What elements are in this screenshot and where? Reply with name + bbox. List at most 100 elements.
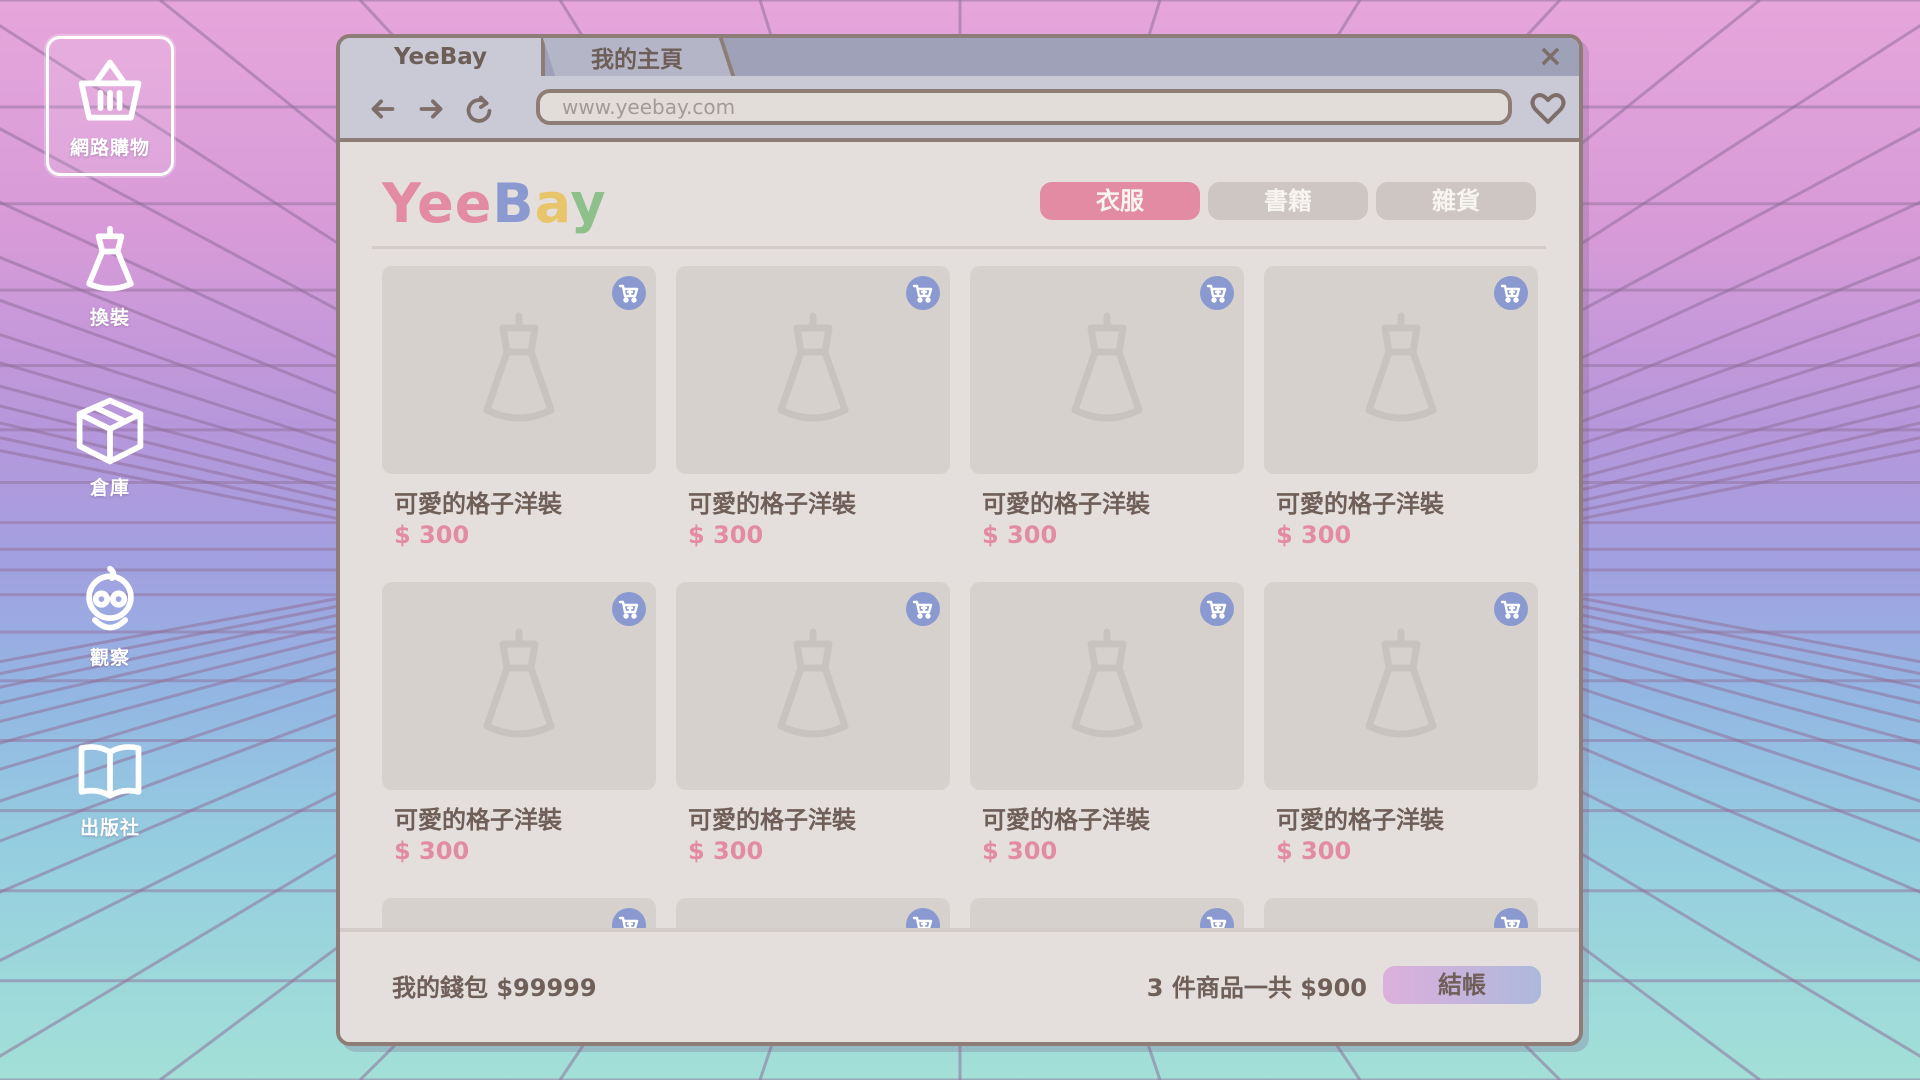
product-image[interactable] (676, 266, 950, 474)
dress-placeholder-icon (1365, 628, 1437, 738)
product-price: $ 300 (688, 837, 764, 865)
product-name: 可愛的格子洋裝 (982, 490, 1150, 518)
sidebar-item-publisher[interactable]: 出版社 (46, 716, 174, 856)
sidebar-item-warehouse[interactable]: 倉庫 (46, 376, 174, 516)
sidebar-item-dress-up[interactable]: 換裝 (46, 206, 174, 346)
logo-letter: y (570, 172, 607, 235)
add-to-cart-icon (912, 916, 933, 928)
dress-placeholder-icon (483, 312, 555, 422)
logo-letter: B (492, 172, 535, 235)
tab-my-homepage[interactable]: 我的主頁 (542, 38, 736, 76)
checkout-footer: 我的錢包 $99999 3 件商品一共 $900 結帳 (340, 928, 1579, 1042)
arrow-right-icon (419, 99, 443, 119)
add-to-cart-button[interactable] (1494, 276, 1528, 310)
add-to-cart-icon (1500, 600, 1521, 619)
dress-placeholder-icon (1071, 312, 1143, 422)
product-card[interactable]: 可愛的格子洋裝 $ 300 (676, 582, 950, 865)
arrow-left-icon (371, 99, 395, 119)
product-price: $ 300 (982, 521, 1058, 549)
add-to-cart-button[interactable] (1200, 592, 1234, 626)
dress-placeholder-icon (483, 628, 555, 738)
tab-yeebay[interactable]: YeeBay (340, 38, 545, 76)
product-image[interactable] (382, 582, 656, 790)
tab-strip: YeeBay 我的主頁 × (340, 38, 1579, 76)
product-card[interactable] (970, 898, 1244, 928)
product-card[interactable] (382, 898, 656, 928)
reload-button[interactable] (460, 90, 498, 128)
add-to-cart-button[interactable] (1200, 276, 1234, 310)
product-image[interactable] (1264, 266, 1538, 474)
favorite-button[interactable] (1527, 88, 1569, 130)
heart-icon (1530, 93, 1566, 124)
add-to-cart-button[interactable] (1494, 592, 1528, 626)
product-card[interactable]: 可愛的格子洋裝 $ 300 (382, 582, 656, 865)
product-price: $ 300 (1276, 521, 1352, 549)
add-to-cart-button[interactable] (612, 592, 646, 626)
product-image[interactable] (970, 266, 1244, 474)
add-to-cart-button[interactable] (612, 908, 646, 928)
add-to-cart-button[interactable] (1200, 908, 1234, 928)
category-tab-groceries[interactable]: 雜貨 (1376, 182, 1536, 220)
add-to-cart-icon (1500, 284, 1521, 303)
product-image[interactable] (676, 582, 950, 790)
product-image[interactable] (970, 898, 1244, 928)
add-to-cart-icon (912, 284, 933, 303)
product-name: 可愛的格子洋裝 (688, 490, 856, 518)
product-card[interactable]: 可愛的格子洋裝 $ 300 (970, 266, 1244, 549)
browser-window: YeeBay 我的主頁 × www.yeebay.com YeeBay 衣服 書… (336, 34, 1583, 1046)
product-card[interactable]: 可愛的格子洋裝 $ 300 (1264, 266, 1538, 549)
product-price: $ 300 (394, 837, 470, 865)
product-name: 可愛的格子洋裝 (394, 490, 562, 518)
product-price: $ 300 (982, 837, 1058, 865)
product-image[interactable] (676, 898, 950, 928)
dress-placeholder-icon (777, 628, 849, 738)
dress-placeholder-icon (1071, 628, 1143, 738)
sidebar-item-observe[interactable]: 觀察 (46, 546, 174, 686)
back-button[interactable] (364, 90, 402, 128)
close-button[interactable]: × (1538, 42, 1563, 72)
product-card[interactable] (676, 898, 950, 928)
logo-letter: e (417, 172, 455, 235)
sidebar-item-shopping[interactable]: 網路購物 (46, 36, 174, 176)
tab-label: YeeBay (393, 44, 488, 70)
add-to-cart-icon (1500, 916, 1521, 928)
category-tab-books[interactable]: 書籍 (1208, 182, 1368, 220)
product-card[interactable]: 可愛的格子洋裝 $ 300 (382, 266, 656, 549)
category-tab-clothing[interactable]: 衣服 (1040, 182, 1200, 220)
product-image[interactable] (382, 898, 656, 928)
product-name: 可愛的格子洋裝 (394, 806, 562, 834)
product-card[interactable]: 可愛的格子洋裝 $ 300 (676, 266, 950, 549)
product-name: 可愛的格子洋裝 (982, 806, 1150, 834)
cart-summary: 3 件商品一共 $900 (1146, 974, 1367, 1002)
add-to-cart-icon (618, 600, 639, 619)
add-to-cart-button[interactable] (906, 908, 940, 928)
logo-letter: e (454, 172, 493, 235)
sidebar-item-label: 網路購物 (69, 136, 150, 159)
browser-toolbar: www.yeebay.com (340, 76, 1579, 142)
url-bar[interactable]: www.yeebay.com (536, 89, 1512, 125)
logo-letter: Y (382, 172, 418, 235)
checkout-button[interactable]: 結帳 (1383, 966, 1541, 1004)
add-to-cart-button[interactable] (906, 276, 940, 310)
add-to-cart-icon (1206, 600, 1227, 619)
product-card[interactable] (1264, 898, 1538, 928)
forward-button[interactable] (412, 90, 450, 128)
product-card[interactable]: 可愛的格子洋裝 $ 300 (1264, 582, 1538, 865)
product-image[interactable] (382, 266, 656, 474)
product-name: 可愛的格子洋裝 (1276, 490, 1444, 518)
product-grid: 可愛的格子洋裝 $ 300 可愛的格子洋裝 $ 300 可愛的格子洋裝 $ 300 可愛的格… (340, 256, 1579, 928)
product-image[interactable] (970, 582, 1244, 790)
character-face-icon (86, 565, 134, 630)
sidebar-item-label: 出版社 (79, 816, 140, 839)
product-card[interactable]: 可愛的格子洋裝 $ 300 (970, 582, 1244, 865)
product-image[interactable] (1264, 582, 1538, 790)
add-to-cart-button[interactable] (906, 592, 940, 626)
product-image[interactable] (1264, 898, 1538, 928)
header-divider (372, 246, 1546, 249)
add-to-cart-button[interactable] (1494, 908, 1528, 928)
box-icon (76, 397, 144, 464)
add-to-cart-button[interactable] (612, 276, 646, 310)
product-price: $ 300 (1276, 837, 1352, 865)
site-logo[interactable]: YeeBay (382, 172, 607, 235)
tab-label: 我的主頁 (591, 47, 683, 73)
